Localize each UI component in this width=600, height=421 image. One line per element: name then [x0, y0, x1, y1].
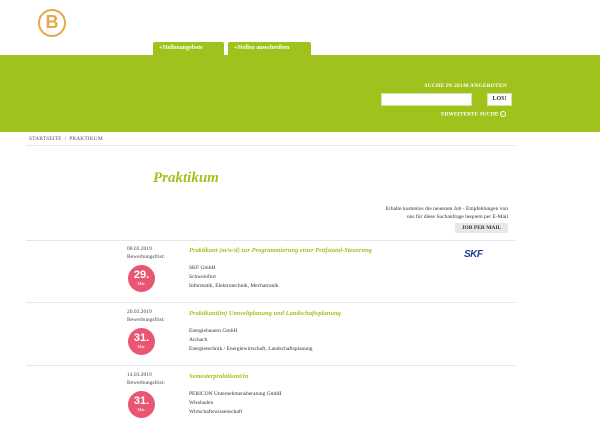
deadline-label: Bewerbungsfrist:	[127, 317, 165, 323]
job-company: PERICON Unternehmensberatung GmbH	[189, 391, 282, 397]
circle-arrow-icon: ›	[499, 111, 506, 117]
job-title-link[interactable]: Semesterpraktikant/in	[189, 373, 248, 380]
job-title-link[interactable]: Praktikant (m/w/d) zur Programmierung ei…	[189, 247, 372, 254]
job-location: Wiesbaden	[189, 400, 214, 406]
breadcrumb-separator: /	[64, 136, 67, 142]
job-field: Wirtschaftswissenschaft	[189, 409, 243, 415]
tab-stellen-ausschreiben[interactable]: +Stellen ausschreiben	[228, 42, 311, 55]
job-location: Aichach	[189, 337, 208, 343]
deadline-label: Bewerbungsfrist:	[127, 254, 165, 260]
breadcrumb-home[interactable]: STARTSEITE	[29, 136, 62, 142]
job-divider	[26, 365, 515, 366]
tab-stellenangebote[interactable]: +Stellenangebote	[153, 42, 224, 55]
job-divider	[26, 302, 515, 303]
deadline-badge: 31. Mär.	[128, 391, 155, 418]
job-divider	[26, 240, 515, 241]
deadline-badge: 29. Mär.	[128, 265, 155, 292]
main-content	[26, 132, 515, 421]
deadline-day: 31.	[133, 332, 150, 344]
job-mail-text-line1: Erhalte kostenlos die neuesten Job - Emp…	[385, 206, 508, 212]
job-mail-text: Erhalte kostenlos die neuesten Job - Emp…	[368, 206, 508, 221]
job-company: Energiebauern GmbH	[189, 328, 238, 334]
search-button[interactable]: LOS!	[487, 93, 512, 106]
job-date: 20.03.2019	[127, 309, 152, 315]
logo-letter: B	[45, 12, 59, 32]
deadline-month: Mär.	[137, 344, 146, 349]
job-field: Informatik, Elektrotechnik, Mechatronik	[189, 283, 279, 289]
job-company: SKF GmbH	[189, 265, 216, 271]
breadcrumb-current: PRAKTIKUM	[69, 136, 103, 142]
deadline-month: Mär.	[137, 407, 146, 412]
breadcrumb: STARTSEITE / PRAKTIKUM	[29, 136, 103, 142]
job-location: Schweinfurt	[189, 274, 216, 280]
job-mail-text-line2: uns für diese Suchanfrage bequem per E-M…	[406, 213, 508, 220]
search-input[interactable]	[381, 93, 472, 106]
job-per-mail-button[interactable]: JOB PER MAIL	[455, 223, 508, 233]
search-title: SUCHE IN 28148 ANGEBOTEN	[424, 83, 507, 89]
advanced-search-link[interactable]: ERWEITERTE SUCHE ›	[441, 111, 506, 117]
top-tabs: +Stellenangebote +Stellen ausschreiben	[153, 42, 311, 55]
job-date: 08.03.2019	[127, 246, 152, 252]
job-field: Energietechnik / Energiewirtschaft, Land…	[189, 346, 313, 352]
breadcrumb-divider	[26, 145, 515, 146]
company-logo[interactable]: SKF	[464, 249, 483, 260]
page-title: Praktikum	[153, 170, 219, 186]
job-date: 14.03.2019	[127, 372, 152, 378]
deadline-month: Mär.	[137, 281, 146, 286]
deadline-day: 29.	[133, 269, 150, 281]
deadline-label: Bewerbungsfrist:	[127, 380, 165, 386]
site-logo[interactable]: B	[38, 9, 66, 37]
advanced-search-label: ERWEITERTE SUCHE	[441, 111, 499, 118]
deadline-badge: 31. Mär.	[128, 328, 155, 355]
job-title-link[interactable]: Praktikant(in) Umweltplanung und Landsch…	[189, 310, 341, 317]
deadline-day: 31.	[133, 395, 150, 407]
